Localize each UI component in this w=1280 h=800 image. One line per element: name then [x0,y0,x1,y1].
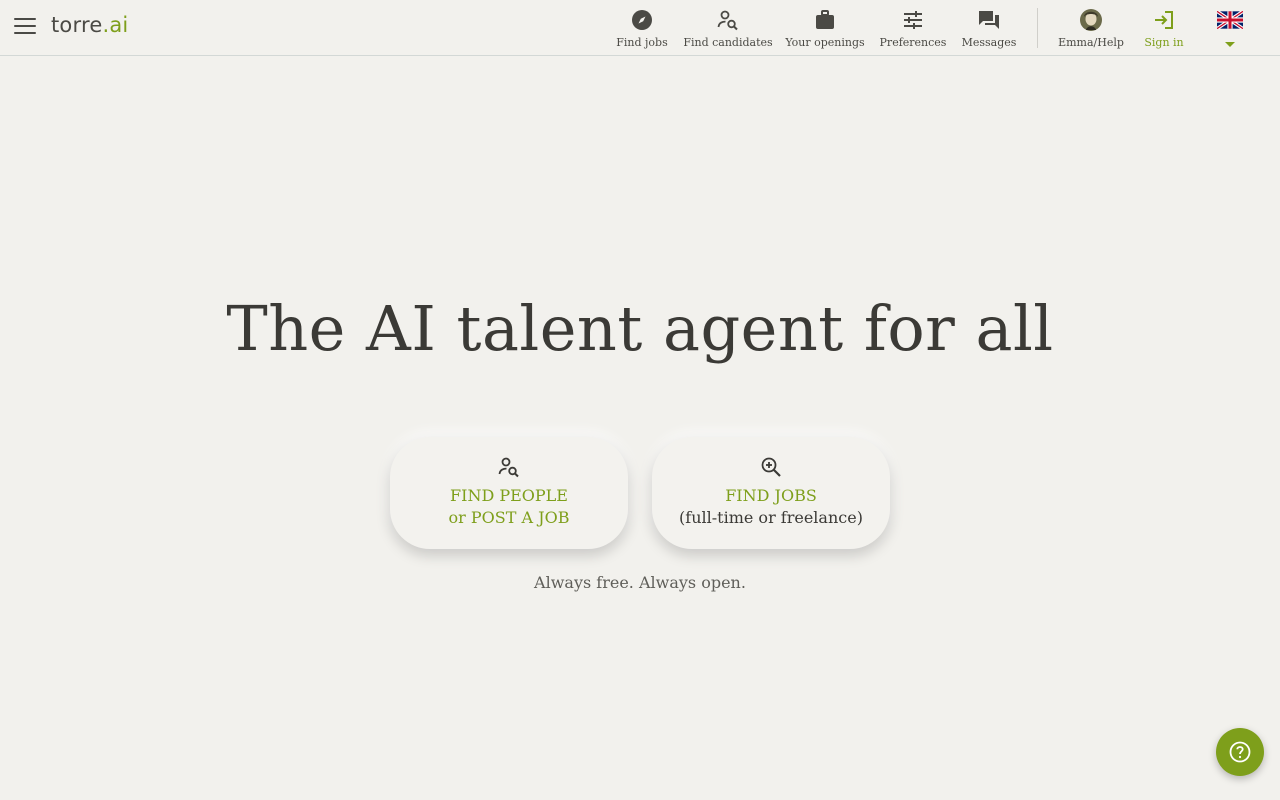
person-search-icon [683,8,773,32]
person-search-icon [390,455,628,479]
find-jobs-label: FIND JOBS [725,486,817,505]
login-arrow-icon [1140,8,1188,32]
zoom-search-icon [652,455,890,479]
find-jobs-button[interactable]: FIND JOBS (full-time or freelance) [652,437,890,549]
nav-find-candidates[interactable]: Find candidates [683,8,773,52]
find-people-button[interactable]: FIND PEOPLE or POST A JOB [390,437,628,549]
help-button[interactable] [1216,728,1264,776]
nav-emma-help[interactable]: Emma/Help [1058,8,1124,52]
sliders-icon [878,8,948,32]
nav-emma-help-label: Emma/Help [1058,36,1124,49]
logo-suffix: ai [109,13,129,37]
post-job-label: or POST A JOB [448,508,570,527]
chat-bubbles-icon [958,8,1020,32]
find-people-label: FIND PEOPLE [450,486,568,505]
hamburger-menu-icon[interactable] [14,18,36,38]
nav-divider [1037,8,1038,48]
question-circle-icon [1229,741,1251,763]
hero-title: The AI talent agent for all [226,292,1054,365]
briefcase-icon [785,8,865,32]
nav-your-openings-label: Your openings [785,36,865,49]
language-selector[interactable] [1214,8,1246,52]
nav-find-candidates-label: Find candidates [683,36,773,49]
nav-find-jobs[interactable]: Find jobs [612,8,672,52]
avatar [1058,8,1124,32]
nav-find-jobs-label: Find jobs [616,36,668,49]
torre-logo[interactable]: torre.ai [51,13,128,37]
nav-sign-in[interactable]: Sign in [1140,8,1188,52]
nav-preferences[interactable]: Preferences [878,8,948,52]
uk-flag-icon [1214,11,1246,35]
top-navigation-bar: torre.ai Find jobs Find candidates Your … [0,0,1280,56]
nav-your-openings[interactable]: Your openings [785,8,865,52]
nav-messages-label: Messages [961,36,1017,49]
nav-preferences-label: Preferences [879,36,947,49]
logo-main: torre [51,13,103,37]
tagline: Always free. Always open. [534,573,746,592]
compass-icon [612,8,672,32]
nav-sign-in-label: Sign in [1144,36,1184,49]
job-type-label: (full-time or freelance) [679,508,863,527]
nav-messages[interactable]: Messages [958,8,1020,52]
chevron-down-icon [1214,39,1246,52]
